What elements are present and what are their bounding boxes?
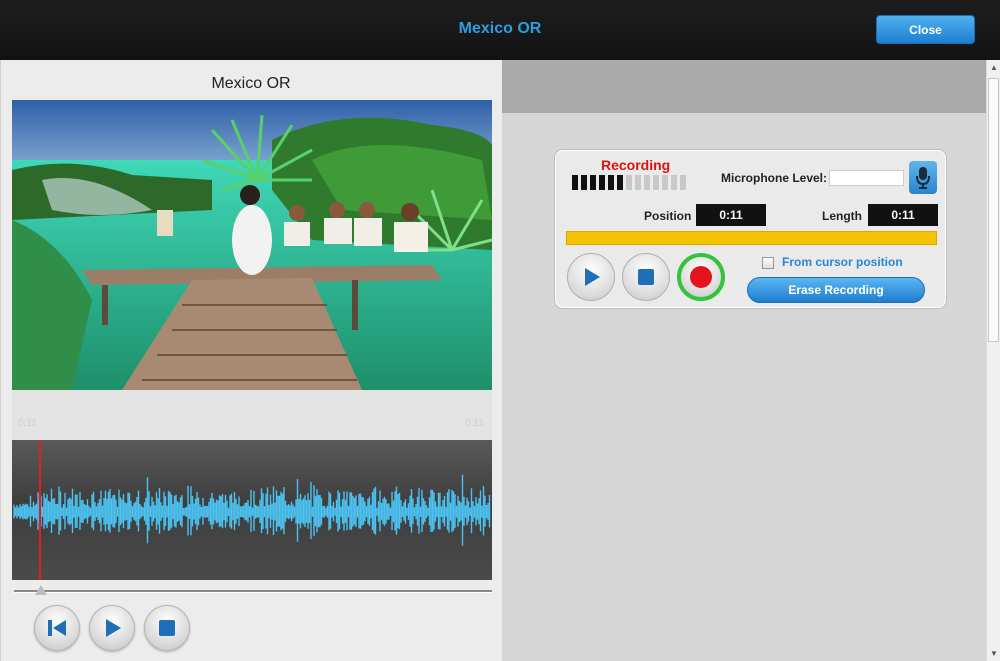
scrollbar-thumb[interactable] [988, 78, 999, 342]
stop-icon [638, 269, 654, 285]
timeline-slider-thumb[interactable] [35, 585, 47, 595]
recording-progress-bar[interactable] [566, 231, 937, 245]
video-image [12, 100, 492, 390]
recording-progress-fill [567, 232, 936, 244]
video-total-time: 0:11 [465, 418, 484, 429]
waveform-playhead[interactable] [39, 440, 41, 580]
video-timecode-strip: 0:11 0:11 [12, 390, 492, 440]
audio-waveform[interactable] [12, 440, 492, 580]
record-icon [690, 266, 712, 288]
meter-segment [635, 175, 641, 190]
video-play-button[interactable] [89, 605, 135, 651]
from-cursor-label[interactable]: From cursor position [782, 255, 903, 269]
meter-segment [626, 175, 632, 190]
scroll-up-arrow-icon[interactable]: ▲ [990, 63, 998, 72]
meter-segment [644, 175, 650, 190]
meter-segment [662, 175, 668, 190]
record-button[interactable] [677, 253, 725, 301]
stop-icon [159, 620, 175, 636]
meter-segment [617, 175, 623, 190]
meter-segment [572, 175, 578, 190]
microphone-button[interactable] [909, 161, 937, 194]
from-cursor-checkbox[interactable] [762, 257, 774, 269]
video-stop-button[interactable] [144, 605, 190, 651]
video-panel: Mexico OR 0:11 0:11 [0, 60, 502, 661]
video-title: Mexico OR [211, 75, 291, 92]
video-current-time: 0:11 [18, 418, 37, 429]
microphone-icon [916, 166, 930, 189]
video-frame[interactable] [12, 100, 492, 390]
meter-segment [599, 175, 605, 190]
meter-segment [608, 175, 614, 190]
position-label: Position [644, 209, 692, 223]
timeline-slider[interactable] [14, 590, 492, 593]
play-icon [585, 268, 600, 286]
vertical-scrollbar[interactable]: ▲ ▼ [986, 60, 1000, 661]
close-button[interactable]: Close [876, 15, 975, 44]
meter-segment [671, 175, 677, 190]
erase-recording-button[interactable]: Erase Recording [747, 277, 925, 303]
microphone-level-bar [829, 170, 904, 186]
meter-segment [581, 175, 587, 190]
recording-panel: Recording Microphone Level: Position 0:1… [555, 150, 946, 308]
length-value: 0:11 [868, 204, 938, 226]
recording-stop-button[interactable] [622, 253, 670, 301]
dialog-title: Mexico OR [458, 20, 542, 37]
meter-segment [590, 175, 596, 190]
recording-play-button[interactable] [567, 253, 615, 301]
recording-status: Recording [601, 157, 671, 173]
meter-segment [653, 175, 659, 190]
waveform-graphic [13, 474, 491, 546]
recorder-top-band [502, 60, 986, 113]
position-value: 0:11 [696, 204, 766, 226]
waveform-path [13, 474, 491, 546]
length-label: Length [822, 209, 862, 223]
rewind-button[interactable] [34, 605, 80, 651]
play-icon [106, 619, 121, 637]
meter-segment [680, 175, 686, 190]
microphone-level-label: Microphone Level: [721, 171, 828, 185]
title-bar: Mexico OR Close [0, 0, 1000, 60]
scroll-down-arrow-icon[interactable]: ▼ [990, 649, 998, 658]
recording-level-meter [572, 175, 686, 190]
skip-to-start-icon [48, 620, 66, 636]
